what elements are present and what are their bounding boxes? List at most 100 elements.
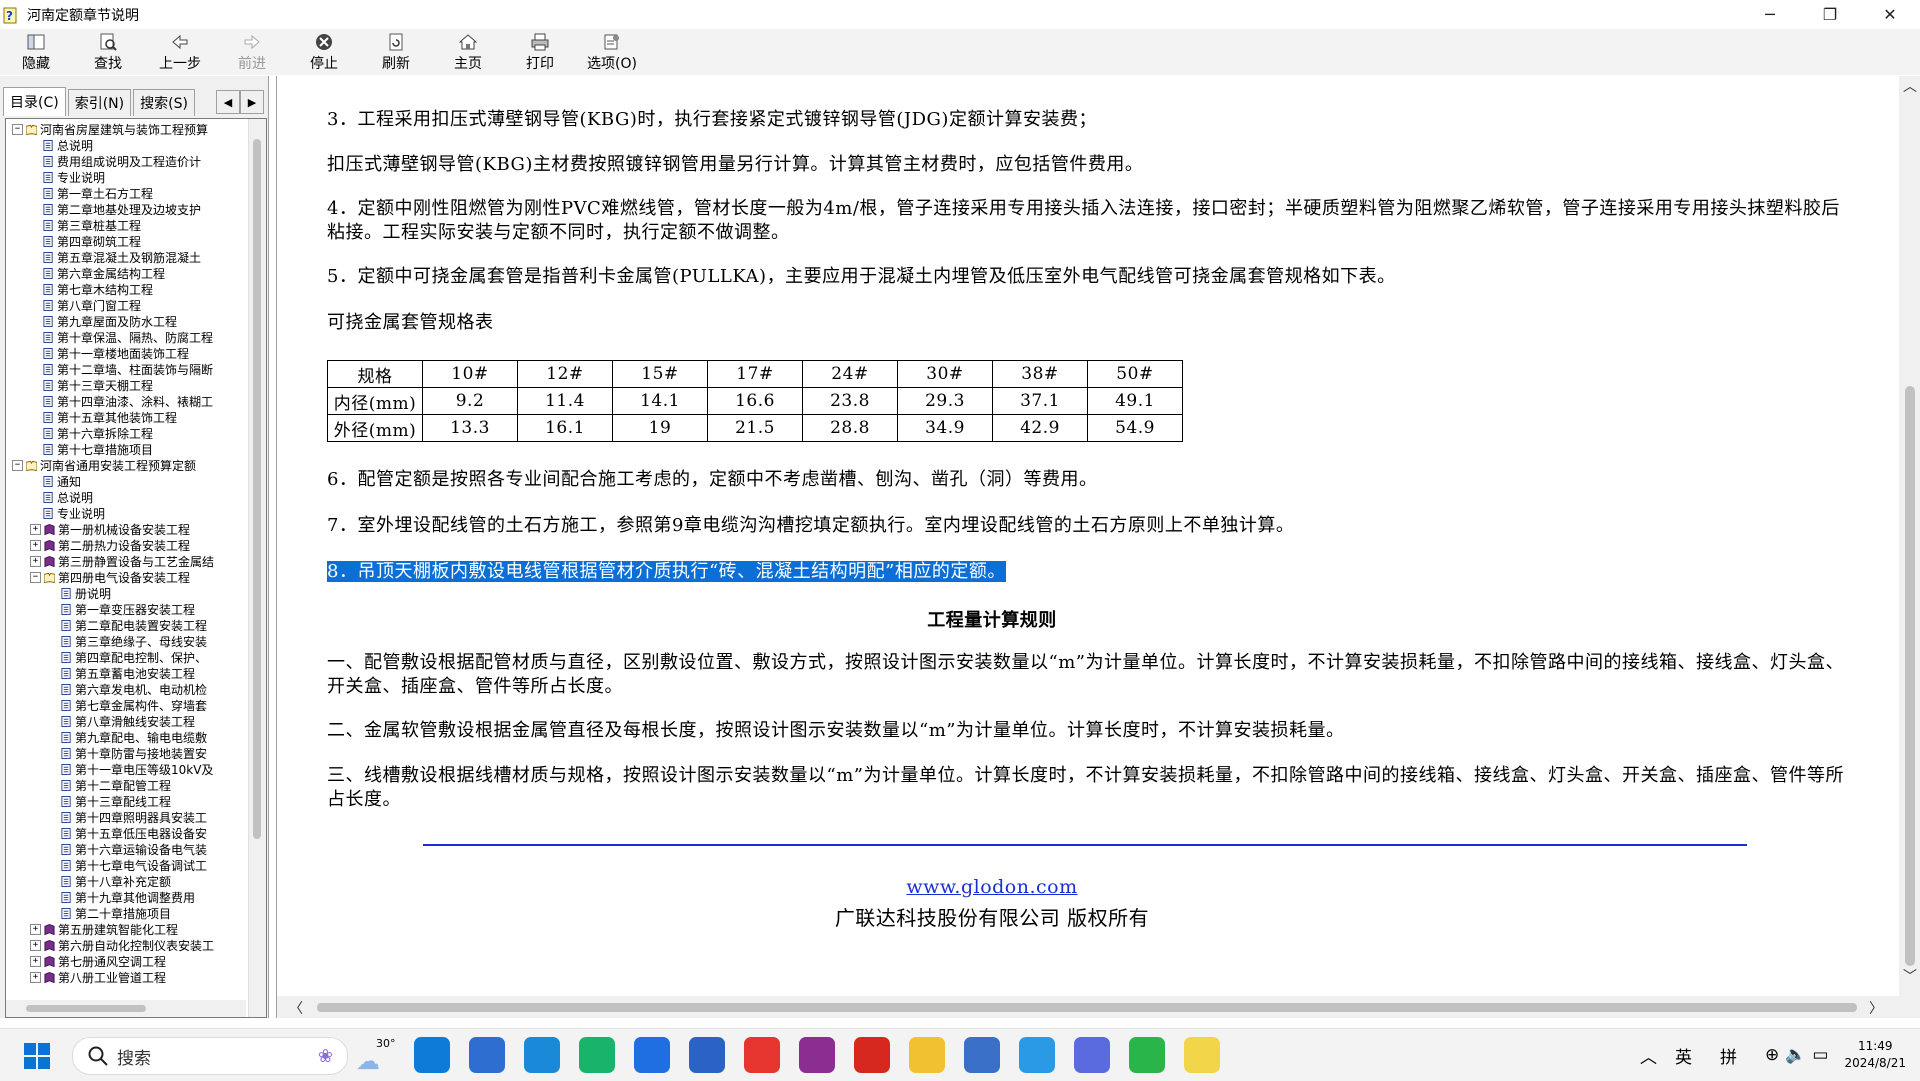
taskbar-search[interactable]: 搜索 ❀ (72, 1037, 348, 1075)
wechat-work-icon[interactable] (579, 1037, 615, 1073)
collapse-icon[interactable]: − (12, 459, 23, 471)
tree-item[interactable]: 第五章混凝土及钢筋混凝土 (6, 249, 246, 265)
battery-icon[interactable]: ▭ (1812, 1045, 1828, 1065)
tree-item[interactable]: − 河南省通用安装工程预算定额 (6, 457, 246, 473)
tree-item[interactable]: 第十五章低压电器设备安 (6, 825, 246, 841)
tree-item[interactable]: 第六章发电机、电动机检 (6, 681, 246, 697)
tree-item[interactable]: 第一章变压器安装工程 (6, 601, 246, 617)
wechat-icon[interactable] (1129, 1037, 1165, 1073)
content-hscroll-thumb[interactable] (317, 1003, 1857, 1012)
chevron-up-icon[interactable]: ︿ (1640, 1043, 1657, 1068)
tree-item[interactable]: 费用组成说明及工程造价计 (6, 153, 246, 169)
help-icon[interactable] (1184, 1037, 1220, 1073)
forward-button[interactable]: 前进 (216, 29, 288, 75)
refresh-button[interactable]: 刷新 (360, 29, 432, 75)
expand-icon[interactable]: + (30, 923, 41, 935)
explorer-icon[interactable] (909, 1037, 945, 1073)
back-button[interactable]: 上一步 (144, 29, 216, 75)
tree-item[interactable]: 专业说明 (6, 505, 246, 521)
tree-item[interactable]: 第十二章配管工程 (6, 777, 246, 793)
tree-item[interactable]: 第十一章楼地面装饰工程 (6, 345, 246, 361)
nav-tab-1[interactable]: 索引(N) (67, 89, 132, 116)
tab-scroll-left-button[interactable]: ◀ (216, 90, 240, 114)
content-vertical-scrollbar[interactable]: ︿ ﹀ (1899, 76, 1920, 1018)
tree-item[interactable]: 第三章桩基工程 (6, 217, 246, 233)
winrar-icon[interactable] (799, 1037, 835, 1073)
tree-item[interactable]: 第二十章措施项目 (6, 905, 246, 921)
tree-item[interactable]: 第十章保温、隔热、防腐工程 (6, 329, 246, 345)
tree-item[interactable]: 第十三章配线工程 (6, 793, 246, 809)
wps-icon[interactable] (854, 1037, 890, 1073)
tree-item[interactable]: 第六章金属结构工程 (6, 265, 246, 281)
tree-item[interactable]: 第四章配电控制、保护、 (6, 649, 246, 665)
close-button[interactable]: ✕ (1860, 0, 1920, 29)
tree-item[interactable]: 第十章防雷与接地装置安 (6, 745, 246, 761)
tree-horizontal-scrollbar[interactable] (6, 1000, 246, 1017)
tree-item[interactable]: 第五章蓄电池安装工程 (6, 665, 246, 681)
tree-item[interactable]: 第十七章措施项目 (6, 441, 246, 457)
scroll-right-icon[interactable]: 〉 (1869, 998, 1883, 1018)
network-icon[interactable]: ⊕ (1765, 1045, 1779, 1065)
calendar-icon[interactable] (744, 1037, 780, 1073)
print-button[interactable]: 打印 (504, 29, 576, 75)
tree-item[interactable]: + 第一册机械设备安装工程 (6, 521, 246, 537)
tree-scroll-thumb[interactable] (253, 139, 261, 839)
tree-item[interactable]: 第八章滑触线安装工程 (6, 713, 246, 729)
tree-item[interactable]: 第十三章天棚工程 (6, 377, 246, 393)
find-button[interactable]: 查找 (72, 29, 144, 75)
tree-item[interactable]: 第十八章补充定额 (6, 873, 246, 889)
content-horizontal-scrollbar[interactable]: 〈 〉 (277, 996, 1899, 1018)
nav-tab-2[interactable]: 搜索(S) (133, 89, 195, 116)
tree-item[interactable]: 第七章木结构工程 (6, 281, 246, 297)
tree-hscroll-thumb[interactable] (26, 1005, 146, 1012)
windows-start-icon[interactable] (24, 1043, 50, 1069)
collapse-icon[interactable]: − (30, 571, 41, 583)
expand-icon[interactable]: + (30, 523, 41, 535)
store-icon[interactable] (689, 1037, 725, 1073)
options-button[interactable]: 选项(O) (576, 29, 648, 75)
tree-item[interactable]: + 第七册通风空调工程 (6, 953, 246, 969)
tree-item[interactable]: 第九章屋面及防水工程 (6, 313, 246, 329)
mail-icon[interactable] (469, 1037, 505, 1073)
tree-item[interactable]: − 河南省房屋建筑与装饰工程预算 (6, 121, 246, 137)
tree-item[interactable]: + 第五册建筑智能化工程 (6, 921, 246, 937)
content-scroll-thumb[interactable] (1905, 386, 1915, 966)
tree-item[interactable]: 第十一章电压等级10kV及 (6, 761, 246, 777)
ime-language[interactable]: 英 (1675, 1043, 1692, 1068)
volume-icon[interactable]: 🔈 (1785, 1045, 1806, 1065)
tree-item[interactable]: + 第二册热力设备安装工程 (6, 537, 246, 553)
hide-button[interactable]: 隐藏 (0, 29, 72, 75)
tree-item[interactable]: 第三章绝缘子、母线安装 (6, 633, 246, 649)
weather-widget[interactable]: ☁ 30° (356, 1037, 400, 1075)
expand-icon[interactable]: + (30, 539, 41, 551)
tree-item[interactable]: 册说明 (6, 585, 246, 601)
tree-item[interactable]: 第十九章其他调整费用 (6, 889, 246, 905)
tree-item[interactable]: 第十二章墙、柱面装饰与隔断 (6, 361, 246, 377)
scroll-up-icon[interactable]: ︿ (1903, 76, 1917, 96)
expand-icon[interactable]: + (30, 955, 41, 967)
tree-item[interactable]: 总说明 (6, 137, 246, 153)
tree-item[interactable]: 第四章砌筑工程 (6, 233, 246, 249)
ie-icon[interactable] (524, 1037, 560, 1073)
home-button[interactable]: 主页 (432, 29, 504, 75)
tree-item[interactable]: 第二章地基处理及边坡支护 (6, 201, 246, 217)
tree-item[interactable]: 第十六章拆除工程 (6, 425, 246, 441)
tree-item[interactable]: 专业说明 (6, 169, 246, 185)
tree-item[interactable]: + 第三册静置设备与工艺金属结 (6, 553, 246, 569)
tree-item[interactable]: + 第八册工业管道工程 (6, 969, 246, 985)
tree-item[interactable]: 第八章门窗工程 (6, 297, 246, 313)
maximize-button[interactable]: ❐ (1800, 0, 1860, 29)
expand-icon[interactable]: + (30, 555, 41, 567)
tree-item[interactable]: 第十七章电气设备调试工 (6, 857, 246, 873)
tree-item[interactable]: 通知 (6, 473, 246, 489)
feishu-icon[interactable] (634, 1037, 670, 1073)
tree-vertical-scrollbar[interactable] (248, 119, 266, 1017)
website-link[interactable]: www.glodon.com (327, 876, 1657, 898)
tree-item[interactable]: + 第六册自动化控制仪表安装工 (6, 937, 246, 953)
tree-item[interactable]: − 第四册电气设备安装工程 (6, 569, 246, 585)
tab-scroll-right-button[interactable]: ▶ (240, 90, 264, 114)
expand-icon[interactable]: + (30, 939, 41, 951)
expand-icon[interactable]: + (30, 971, 41, 983)
ime-mode[interactable]: 拼 (1720, 1043, 1737, 1068)
tree-item[interactable]: 第十五章其他装饰工程 (6, 409, 246, 425)
